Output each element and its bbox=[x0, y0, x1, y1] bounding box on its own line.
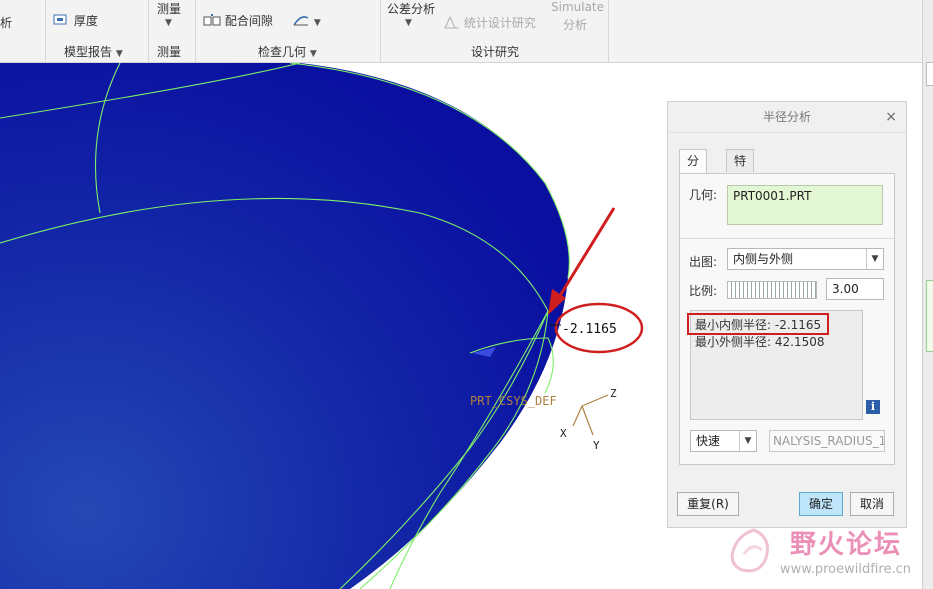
ribbon-toolbar: 析 厚度 模型报告 ▼ 测量 ▼ 测量 配合间隙 ▼ 检查几何 ▼ 公差分析 ▼… bbox=[0, 0, 922, 63]
ok-button[interactable]: 确定 bbox=[799, 492, 843, 516]
inspect-geometry-menu[interactable]: ▼ bbox=[292, 12, 321, 28]
ribbon-separator bbox=[45, 0, 46, 62]
group-design-study: 设计研究 bbox=[471, 45, 520, 59]
simulate-label: 分析 bbox=[563, 18, 588, 32]
scale-input[interactable]: 3.00 bbox=[826, 278, 884, 300]
chevron-down-icon[interactable]: ▼ bbox=[866, 249, 883, 269]
mode-select[interactable]: 快速 ▼ bbox=[690, 430, 757, 452]
side-panel-box[interactable] bbox=[926, 280, 933, 352]
watermark-url: www.proewildfire.cn bbox=[780, 562, 911, 577]
csys-label: PRT_CSYS_DEF bbox=[470, 394, 557, 408]
stat-design-label: 统计设计研究 bbox=[463, 16, 536, 30]
tolerance-analysis-button[interactable]: 公差分析 bbox=[387, 0, 435, 17]
plot-select[interactable]: 内侧与外侧 ▼ bbox=[727, 248, 884, 270]
side-panel-box[interactable] bbox=[926, 62, 933, 86]
thickness-icon bbox=[53, 14, 67, 25]
curvature-icon bbox=[293, 16, 309, 26]
cancel-button[interactable]: 取消 bbox=[850, 492, 894, 516]
plot-value: 内侧与外侧 bbox=[733, 252, 794, 266]
analysis-panel: 几何: PRT0001.PRT 出图: 内侧与外侧 ▼ 比例: 3.00 最小内… bbox=[679, 173, 895, 465]
tab-analysis[interactable]: 分析 bbox=[679, 149, 708, 190]
mate-gap-icon bbox=[203, 14, 221, 26]
simulate-button[interactable]: Simulate bbox=[551, 0, 604, 14]
mate-gap-button[interactable]: 配合间隙 bbox=[203, 12, 273, 29]
geometry-value: PRT0001.PRT bbox=[733, 189, 812, 203]
part-body[interactable] bbox=[0, 63, 570, 589]
tab-feature[interactable]: 特征 bbox=[726, 149, 755, 190]
result-min-outer: 最小外侧半径: 42.1508 bbox=[695, 335, 825, 349]
right-side-panel bbox=[922, 0, 933, 589]
analysis-name-field[interactable]: NALYSIS_RADIUS_1 bbox=[769, 430, 885, 452]
results-box: 最小内侧半径: -2.1165 最小外侧半径: 42.1508 bbox=[687, 310, 863, 420]
radius-analysis-dialog: 半径分析 × 分析 特征 几何: PRT0001.PRT 出图: 内侧与外侧 ▼… bbox=[667, 101, 907, 528]
scale-slider[interactable] bbox=[727, 281, 817, 299]
plot-label: 出图: bbox=[689, 255, 718, 269]
watermark-brand: 野火论坛 bbox=[790, 530, 903, 560]
csys-triad bbox=[572, 394, 609, 436]
watermark: 野火论坛 www.proewildfire.cn bbox=[722, 522, 922, 586]
result-min-inner: 最小内侧半径: -2.1165 bbox=[695, 318, 822, 332]
axis-z-label: Z bbox=[610, 387, 617, 400]
repeat-button[interactable]: 重复(R) bbox=[677, 492, 739, 516]
analysis-name-value: NALYSIS_RADIUS_1 bbox=[773, 434, 885, 448]
thickness-button[interactable]: 厚度 bbox=[52, 12, 98, 29]
dialog-title[interactable]: 半径分析 bbox=[668, 102, 906, 133]
measure-button[interactable]: 测量 bbox=[157, 0, 181, 17]
group-model-report[interactable]: 模型报告 ▼ bbox=[64, 43, 123, 60]
stat-design-icon bbox=[444, 15, 459, 29]
group-measure: 测量 bbox=[157, 45, 182, 59]
callout-value: -2.1165 bbox=[562, 322, 617, 337]
ribbon-separator bbox=[195, 0, 196, 62]
group-inspect-geometry[interactable]: 检查几何 ▼ bbox=[258, 43, 317, 60]
axis-y-label: Y bbox=[593, 439, 600, 452]
ribbon-separator bbox=[608, 0, 609, 62]
watermark-logo-icon bbox=[730, 528, 769, 573]
thickness-label: 厚度 bbox=[73, 14, 98, 28]
close-icon[interactable]: × bbox=[885, 109, 897, 125]
scale-label: 比例: bbox=[689, 284, 718, 298]
tolerance-dropdown-icon[interactable]: ▼ bbox=[405, 18, 412, 28]
mate-gap-label: 配合间隙 bbox=[224, 14, 273, 28]
mode-value: 快速 bbox=[696, 434, 721, 448]
ribbon-cut-label[interactable]: 析 bbox=[0, 14, 12, 31]
scale-value: 3.00 bbox=[832, 282, 859, 296]
stat-design-study-button[interactable]: 统计设计研究 bbox=[444, 14, 536, 31]
divider bbox=[680, 238, 894, 239]
info-icon[interactable]: i bbox=[866, 400, 880, 414]
geometry-label: 几何: bbox=[689, 188, 718, 202]
ribbon-separator bbox=[380, 0, 381, 62]
measure-dropdown-icon[interactable]: ▼ bbox=[165, 18, 172, 28]
ribbon-separator bbox=[148, 0, 149, 62]
axis-x-label: X bbox=[560, 427, 567, 440]
geometry-collector[interactable]: PRT0001.PRT bbox=[727, 185, 883, 225]
chevron-down-icon[interactable]: ▼ bbox=[739, 431, 756, 451]
